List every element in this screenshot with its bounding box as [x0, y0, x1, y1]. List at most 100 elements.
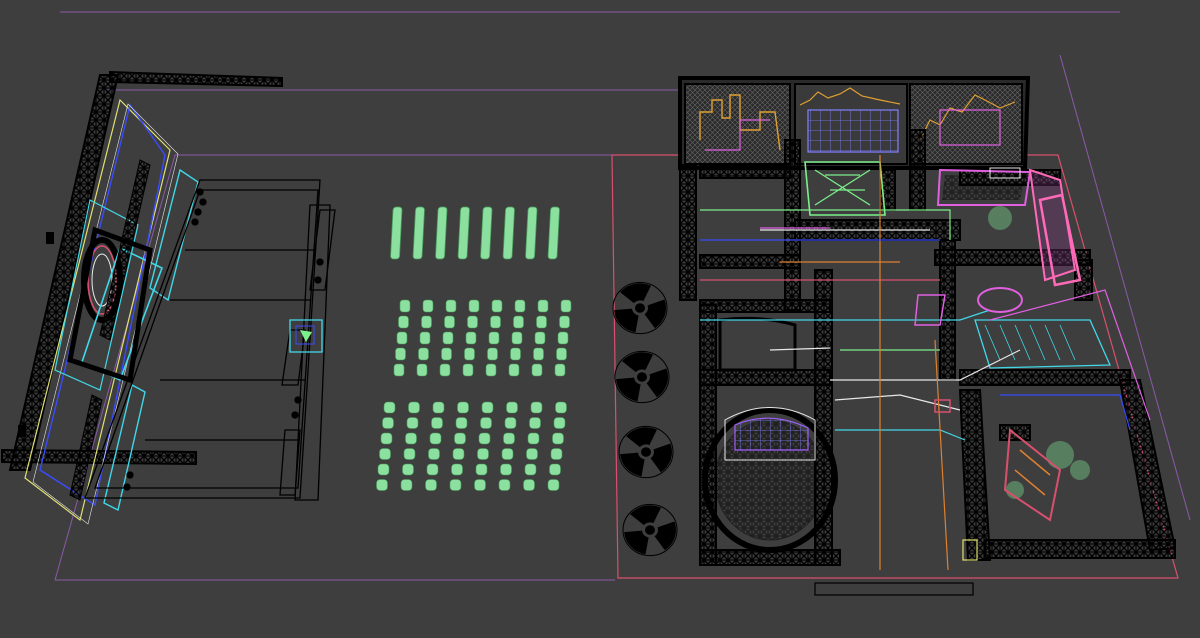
seat[interactable]	[379, 448, 391, 460]
seat[interactable]	[533, 347, 544, 361]
main-stage[interactable]	[1, 70, 283, 525]
audience-seating[interactable]	[376, 206, 572, 491]
seat[interactable]	[441, 347, 452, 361]
seat[interactable]	[480, 417, 492, 429]
seat[interactable]	[556, 347, 567, 361]
seat[interactable]	[491, 299, 503, 313]
seat[interactable]	[468, 299, 480, 313]
seat[interactable]	[530, 401, 543, 414]
fan-icon[interactable]	[614, 350, 670, 404]
seat[interactable]	[553, 417, 566, 429]
seat[interactable]	[377, 463, 390, 476]
seat-row-bar[interactable]	[480, 206, 493, 260]
seat[interactable]	[416, 363, 428, 377]
seat[interactable]	[432, 401, 445, 414]
seat[interactable]	[547, 479, 560, 491]
seat-row-bar[interactable]	[502, 206, 515, 260]
seat[interactable]	[455, 417, 468, 429]
seat[interactable]	[376, 479, 388, 491]
fan-objects[interactable]	[612, 281, 678, 557]
3d-viewport[interactable]	[0, 0, 1200, 638]
seat[interactable]	[550, 448, 563, 460]
seat[interactable]	[534, 331, 546, 345]
seat[interactable]	[552, 432, 564, 445]
seat[interactable]	[428, 448, 440, 460]
seat[interactable]	[511, 331, 523, 345]
fan-icon[interactable]	[622, 503, 678, 557]
seat[interactable]	[425, 479, 437, 491]
seat[interactable]	[426, 463, 439, 476]
seat-row-bar[interactable]	[435, 206, 448, 260]
seat[interactable]	[488, 331, 500, 345]
seat[interactable]	[559, 315, 570, 329]
seat[interactable]	[380, 432, 393, 445]
seat-row-bar[interactable]	[547, 206, 560, 260]
seat[interactable]	[503, 432, 515, 445]
seat-row-bar[interactable]	[412, 206, 425, 260]
seat[interactable]	[395, 347, 406, 361]
seat[interactable]	[406, 417, 419, 429]
seat[interactable]	[452, 448, 465, 460]
seat[interactable]	[429, 432, 442, 445]
seat[interactable]	[560, 299, 572, 313]
seat[interactable]	[419, 331, 431, 345]
seat-row-bar[interactable]	[457, 206, 470, 260]
seat[interactable]	[402, 463, 414, 476]
seat[interactable]	[444, 315, 455, 329]
seat[interactable]	[399, 299, 411, 313]
seat[interactable]	[454, 432, 466, 445]
seat[interactable]	[474, 479, 486, 491]
seat[interactable]	[501, 448, 514, 460]
seat[interactable]	[490, 315, 501, 329]
seat[interactable]	[445, 299, 457, 313]
seat[interactable]	[531, 363, 543, 377]
seat[interactable]	[514, 299, 526, 313]
seat[interactable]	[481, 401, 494, 414]
seat[interactable]	[451, 463, 463, 476]
seat[interactable]	[527, 432, 540, 445]
seat[interactable]	[457, 401, 469, 414]
seat-row-bar[interactable]	[390, 206, 403, 260]
seat-row-bar[interactable]	[525, 206, 538, 260]
seat[interactable]	[487, 347, 498, 361]
seat[interactable]	[382, 417, 394, 429]
seat[interactable]	[537, 299, 549, 313]
seat[interactable]	[422, 299, 434, 313]
seat[interactable]	[396, 331, 408, 345]
fan-icon[interactable]	[612, 281, 668, 335]
seat[interactable]	[383, 401, 396, 414]
seat[interactable]	[393, 363, 405, 377]
seat[interactable]	[442, 331, 454, 345]
seat[interactable]	[418, 347, 429, 361]
seat[interactable]	[462, 363, 474, 377]
seat[interactable]	[504, 417, 517, 429]
seat[interactable]	[508, 363, 520, 377]
seat[interactable]	[467, 315, 478, 329]
console-box[interactable]	[289, 319, 323, 353]
seat[interactable]	[506, 401, 518, 414]
seat[interactable]	[524, 463, 537, 476]
seat[interactable]	[529, 417, 541, 429]
seat[interactable]	[477, 448, 489, 460]
seat[interactable]	[464, 347, 475, 361]
seat[interactable]	[557, 331, 569, 345]
seat[interactable]	[513, 315, 524, 329]
seat[interactable]	[439, 363, 451, 377]
seat[interactable]	[498, 479, 511, 491]
seat[interactable]	[403, 448, 416, 460]
seat[interactable]	[555, 401, 567, 414]
seat[interactable]	[485, 363, 497, 377]
seat[interactable]	[400, 479, 413, 491]
exhibition-area[interactable]	[678, 76, 1177, 596]
seat[interactable]	[421, 315, 432, 329]
seat[interactable]	[523, 479, 535, 491]
seat[interactable]	[526, 448, 538, 460]
seat[interactable]	[500, 463, 512, 476]
seat[interactable]	[398, 315, 409, 329]
seat[interactable]	[536, 315, 547, 329]
seat[interactable]	[549, 463, 561, 476]
seat[interactable]	[475, 463, 488, 476]
seat[interactable]	[431, 417, 443, 429]
seat[interactable]	[478, 432, 491, 445]
seat[interactable]	[554, 363, 566, 377]
